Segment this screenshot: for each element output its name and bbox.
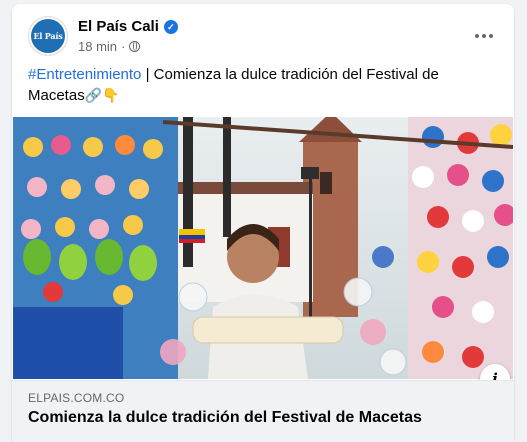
dot-icon [475,34,479,38]
dot-icon [489,34,493,38]
festival-photo-illustration [13,117,513,379]
avatar-logo: El País [31,19,65,53]
link-domain: ELPAIS.COM.CO [28,391,125,405]
post-text: #Entretenimiento | Comienza la dulce tra… [28,64,498,106]
page-name-label[interactable]: El País Cali [78,18,159,35]
post-photo[interactable] [13,117,513,379]
hashtag-link[interactable]: #Entretenimiento [28,66,141,83]
post-header: El País El País Cali ✓ 18 min · [28,16,498,58]
post-meta: 18 min · [78,39,141,54]
link-preview[interactable]: ELPAIS.COM.CO Comienza la dulce tradició… [12,380,514,442]
meta-separator: · [121,39,126,54]
link-pointing-emoji: 🔗👇 [84,87,120,103]
verified-badge-icon: ✓ [163,19,178,34]
more-options-button[interactable] [470,22,498,50]
globe-icon [129,41,141,52]
post-time[interactable]: 18 min [78,39,117,54]
avatar[interactable]: El País [28,16,68,56]
page-name[interactable]: El País Cali ✓ [78,18,178,35]
post-card: El País El País Cali ✓ 18 min · #Entrete… [12,4,514,442]
dot-icon [482,34,486,38]
link-title[interactable]: Comienza la dulce tradición del Festival… [28,409,422,427]
